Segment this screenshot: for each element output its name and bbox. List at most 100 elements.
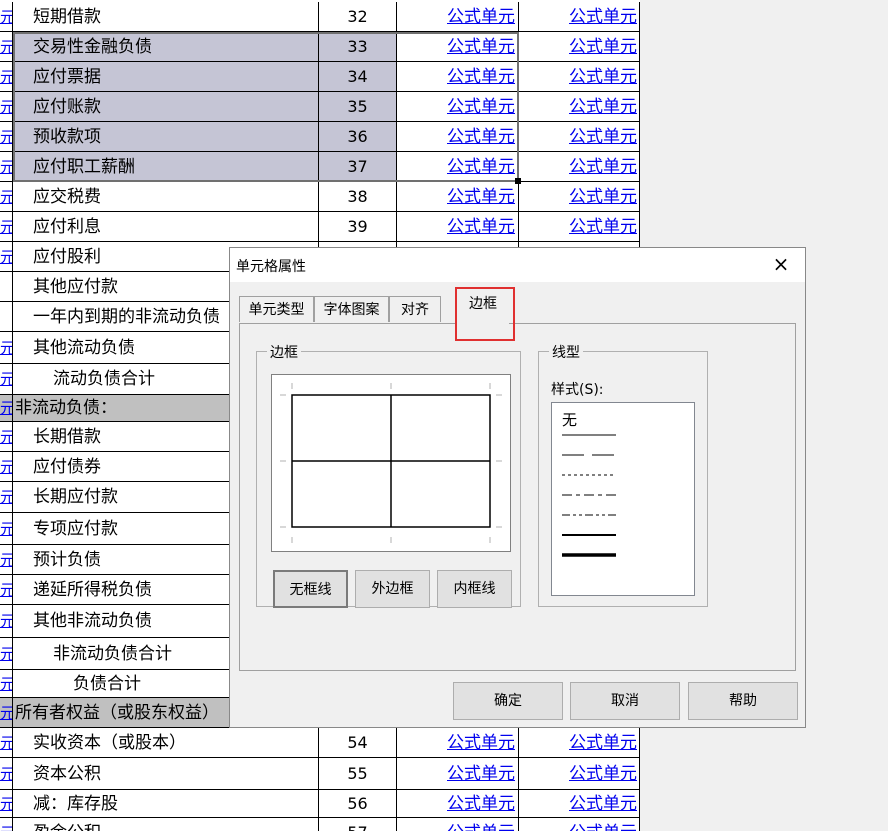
row-label[interactable]: 实收资本（或股本） bbox=[13, 728, 319, 757]
formula-cell[interactable]: 公式单元 bbox=[519, 790, 640, 817]
line-style-list[interactable]: 无 bbox=[551, 402, 695, 596]
left-col-link[interactable] bbox=[0, 302, 13, 331]
outer-border-button[interactable]: 外边框 bbox=[355, 570, 430, 608]
left-col-link[interactable]: 元 bbox=[0, 482, 13, 512]
left-col-link[interactable]: 元 bbox=[0, 605, 13, 637]
cancel-button[interactable]: 取消 bbox=[570, 682, 680, 720]
border-preview[interactable] bbox=[271, 374, 511, 552]
left-col-link[interactable]: 元 bbox=[0, 728, 13, 757]
left-col-link[interactable]: 元 bbox=[0, 545, 13, 574]
close-icon[interactable]: × bbox=[769, 251, 793, 277]
table-row: 元预收款项36公式单元公式单元 bbox=[0, 122, 640, 152]
ok-button[interactable]: 确定 bbox=[453, 682, 563, 720]
row-label[interactable]: 盈余公积 bbox=[13, 818, 319, 831]
row-label[interactable]: 预收款项 bbox=[13, 122, 319, 151]
inner-border-button[interactable]: 内框线 bbox=[437, 570, 512, 608]
tab-font-pattern[interactable]: 字体图案 bbox=[314, 296, 389, 322]
row-label[interactable]: 应交税费 bbox=[13, 182, 319, 211]
row-label[interactable]: 应付职工薪酬 bbox=[13, 152, 319, 181]
formula-cell[interactable]: 公式单元 bbox=[397, 790, 519, 817]
formula-cell[interactable]: 公式单元 bbox=[519, 212, 640, 241]
left-col-link[interactable]: 元 bbox=[0, 62, 13, 91]
cell-properties-dialog: 单元格属性 × 边框 无框线 外边框 内框线 线型 样式(S): 无 单元类型 … bbox=[229, 247, 806, 728]
table-row: 元资本公积55公式单元公式单元 bbox=[0, 758, 640, 790]
row-label[interactable]: 应付票据 bbox=[13, 62, 319, 91]
left-col-link[interactable]: 元 bbox=[0, 152, 13, 181]
left-col-link[interactable]: 元 bbox=[0, 698, 13, 727]
formula-cell[interactable]: 公式单元 bbox=[397, 212, 519, 241]
formula-cell[interactable]: 公式单元 bbox=[397, 2, 519, 31]
row-number[interactable]: 57 bbox=[319, 818, 397, 831]
formula-cell[interactable]: 公式单元 bbox=[519, 92, 640, 121]
table-row: 元实收资本（或股本）54公式单元公式单元 bbox=[0, 728, 640, 758]
formula-cell[interactable]: 公式单元 bbox=[519, 728, 640, 757]
formula-cell[interactable]: 公式单元 bbox=[397, 92, 519, 121]
table-row: 元减：库存股56公式单元公式单元 bbox=[0, 790, 640, 818]
row-number[interactable]: 38 bbox=[319, 182, 397, 211]
left-col-link[interactable]: 元 bbox=[0, 2, 13, 31]
row-label[interactable]: 减：库存股 bbox=[13, 790, 319, 817]
formula-cell[interactable]: 公式单元 bbox=[397, 62, 519, 91]
row-number[interactable]: 32 bbox=[319, 2, 397, 31]
formula-cell[interactable]: 公式单元 bbox=[397, 758, 519, 789]
row-number[interactable]: 54 bbox=[319, 728, 397, 757]
left-col-link[interactable]: 元 bbox=[0, 790, 13, 817]
tab-panel-border: 边框 无框线 外边框 内框线 线型 样式(S): 无 bbox=[239, 323, 796, 671]
left-col-link[interactable]: 元 bbox=[0, 212, 13, 241]
left-col-link[interactable]: 元 bbox=[0, 452, 13, 481]
help-button[interactable]: 帮助 bbox=[688, 682, 798, 720]
row-number[interactable]: 33 bbox=[319, 32, 397, 61]
formula-cell[interactable]: 公式单元 bbox=[397, 32, 519, 61]
left-col-link[interactable]: 元 bbox=[0, 242, 13, 271]
fill-handle[interactable] bbox=[515, 178, 521, 184]
left-col-link[interactable]: 元 bbox=[0, 332, 13, 363]
formula-cell[interactable]: 公式单元 bbox=[519, 758, 640, 789]
formula-cell[interactable]: 公式单元 bbox=[519, 62, 640, 91]
formula-cell[interactable]: 公式单元 bbox=[519, 32, 640, 61]
left-col-link[interactable]: 元 bbox=[0, 92, 13, 121]
left-col-link[interactable]: 元 bbox=[0, 395, 13, 421]
row-number[interactable]: 35 bbox=[319, 92, 397, 121]
row-number[interactable]: 36 bbox=[319, 122, 397, 151]
left-col-link[interactable]: 元 bbox=[0, 422, 13, 451]
table-row: 元应付票据34公式单元公式单元 bbox=[0, 62, 640, 92]
formula-cell[interactable]: 公式单元 bbox=[519, 818, 640, 831]
left-col-link[interactable]: 元 bbox=[0, 758, 13, 789]
left-col-link[interactable]: 元 bbox=[0, 364, 13, 394]
left-col-link[interactable]: 元 bbox=[0, 122, 13, 151]
left-col-link[interactable]: 元 bbox=[0, 638, 13, 669]
formula-cell[interactable]: 公式单元 bbox=[397, 818, 519, 831]
row-label[interactable]: 短期借款 bbox=[13, 2, 319, 31]
formula-cell[interactable]: 公式单元 bbox=[397, 728, 519, 757]
formula-cell[interactable]: 公式单元 bbox=[519, 2, 640, 31]
left-col-link[interactable]: 元 bbox=[0, 513, 13, 544]
border-group: 边框 无框线 外边框 内框线 bbox=[256, 342, 521, 608]
row-number[interactable]: 37 bbox=[319, 152, 397, 181]
formula-cell[interactable]: 公式单元 bbox=[519, 122, 640, 151]
left-col-link[interactable] bbox=[0, 272, 13, 301]
left-col-link[interactable]: 元 bbox=[0, 32, 13, 61]
row-label[interactable]: 交易性金融负债 bbox=[13, 32, 319, 61]
formula-cell[interactable]: 公式单元 bbox=[397, 122, 519, 151]
formula-cell[interactable]: 公式单元 bbox=[397, 152, 519, 181]
left-col-link[interactable]: 元 bbox=[0, 818, 13, 831]
left-col-link[interactable]: 元 bbox=[0, 575, 13, 604]
row-number[interactable]: 39 bbox=[319, 212, 397, 241]
tab-cell-type[interactable]: 单元类型 bbox=[239, 296, 314, 322]
row-number[interactable]: 55 bbox=[319, 758, 397, 789]
left-col-link[interactable]: 元 bbox=[0, 182, 13, 211]
formula-cell[interactable]: 公式单元 bbox=[519, 182, 640, 211]
left-col-link[interactable]: 元 bbox=[0, 670, 13, 697]
highlight-box bbox=[455, 287, 515, 341]
no-border-button[interactable]: 无框线 bbox=[273, 570, 348, 608]
row-label[interactable]: 应付账款 bbox=[13, 92, 319, 121]
formula-cell[interactable]: 公式单元 bbox=[519, 152, 640, 181]
formula-cell[interactable]: 公式单元 bbox=[397, 182, 519, 211]
dialog-title: 单元格属性 bbox=[236, 259, 306, 275]
row-number[interactable]: 34 bbox=[319, 62, 397, 91]
row-label[interactable]: 资本公积 bbox=[13, 758, 319, 789]
tab-align[interactable]: 对齐 bbox=[389, 296, 441, 322]
dialog-titlebar: 单元格属性 × bbox=[230, 248, 805, 282]
row-label[interactable]: 应付利息 bbox=[13, 212, 319, 241]
row-number[interactable]: 56 bbox=[319, 790, 397, 817]
